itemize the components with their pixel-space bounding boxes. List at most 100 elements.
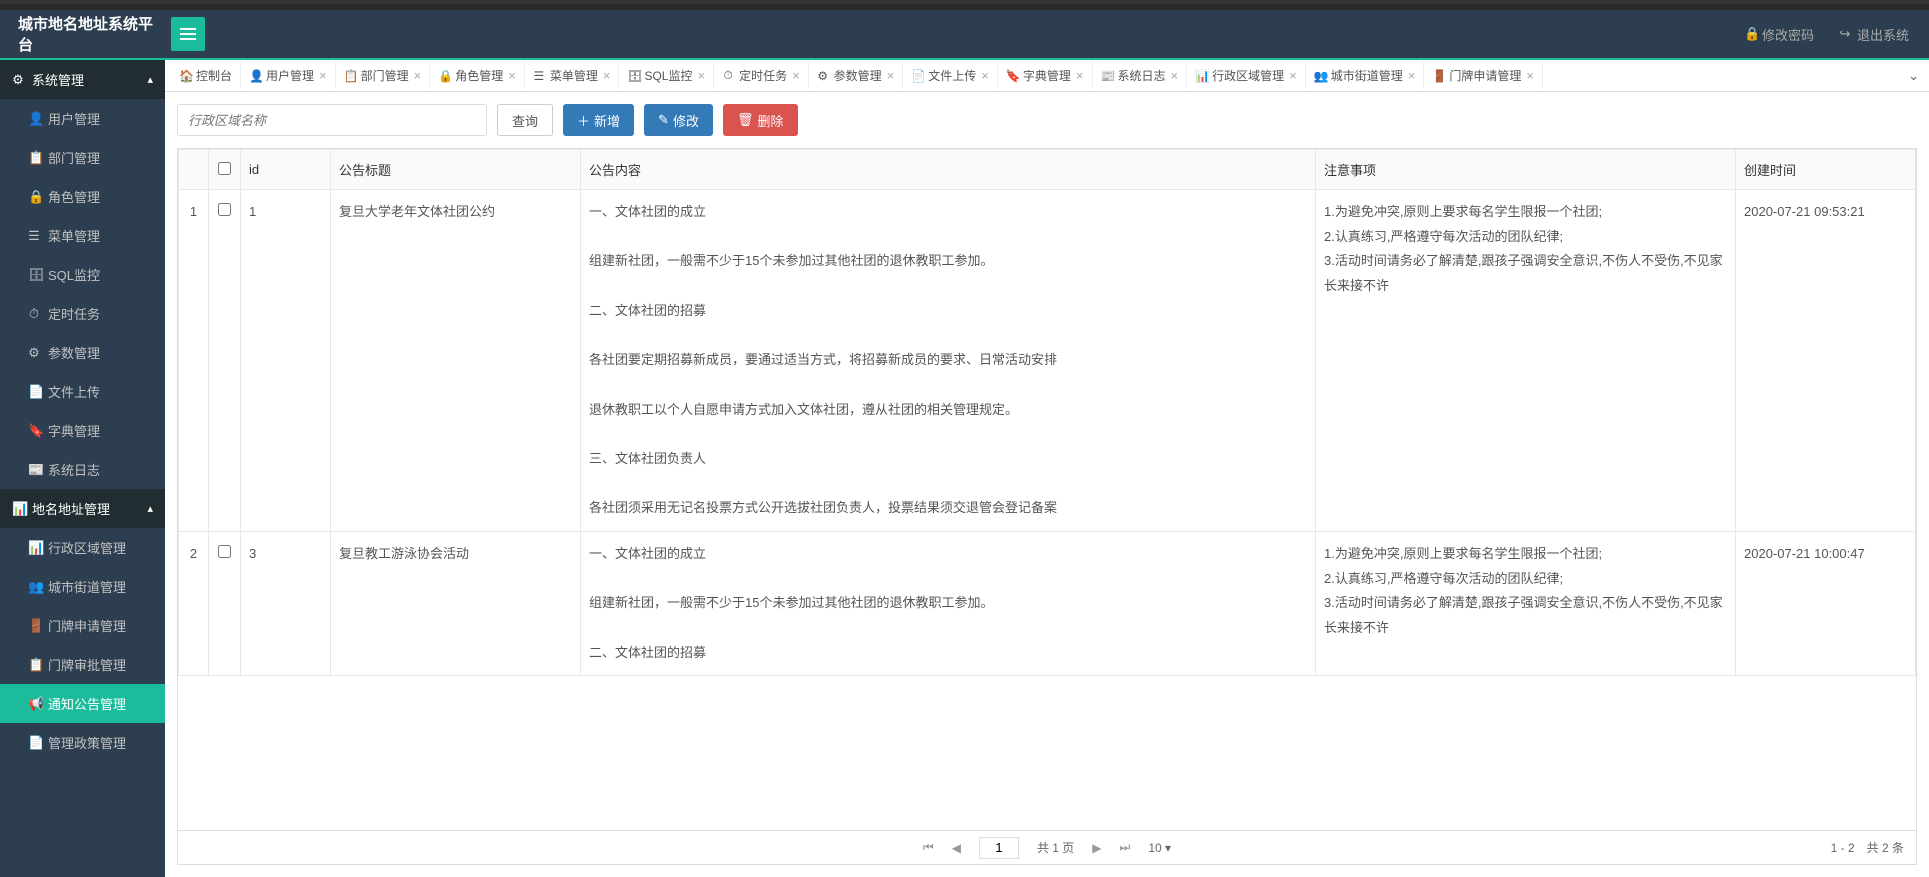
tabs-more[interactable]: ⌄ xyxy=(1898,68,1929,84)
tab[interactable]: ⏱定时任务× xyxy=(714,62,809,89)
pager-controls: ⏮ ◀ 共 1 页 ▶ ⏭ 10 ▾ xyxy=(923,837,1171,859)
tabs-bar: 🏠控制台👤用户管理×📋部门管理×🔒角色管理×☰菜单管理×🗄SQL监控×⏱定时任务… xyxy=(165,60,1929,92)
sidebar-item[interactable]: 🔖字典管理 xyxy=(0,411,165,450)
pager-page-input[interactable] xyxy=(979,837,1019,859)
tab-icon: ⚙ xyxy=(817,69,829,83)
col-content[interactable]: 公告内容 xyxy=(581,150,1316,190)
brand-title: 城市地名地址系统平台 xyxy=(0,13,165,55)
sidebar-item[interactable]: 🔒角色管理 xyxy=(0,177,165,216)
change-password-link[interactable]: 🔒 修改密码 xyxy=(1744,25,1814,44)
sidebar-item[interactable]: 📋部门管理 xyxy=(0,138,165,177)
close-icon[interactable]: × xyxy=(603,68,611,83)
row-checkbox[interactable] xyxy=(218,203,231,216)
row-checkbox[interactable] xyxy=(218,545,231,558)
close-icon[interactable]: × xyxy=(508,68,516,83)
tab[interactable]: 🏠控制台 xyxy=(171,62,241,89)
logout-link[interactable]: ↪ 退出系统 xyxy=(1839,25,1909,44)
delete-button[interactable]: 🗑删除 xyxy=(723,104,798,136)
sidebar-item-label: 部门管理 xyxy=(48,148,100,167)
data-table-wrap: id 公告标题 公告内容 注意事项 创建时间 11复旦大学老年文体社团公约一、文… xyxy=(177,148,1917,831)
close-icon[interactable]: × xyxy=(319,68,327,83)
close-icon[interactable]: × xyxy=(981,68,989,83)
close-icon[interactable]: × xyxy=(1408,68,1416,83)
edit-button[interactable]: ✎修改 xyxy=(644,104,713,136)
tab[interactable]: 📰系统日志× xyxy=(1093,62,1188,89)
menu-icon: ⏱ xyxy=(28,306,40,322)
sidebar-item[interactable]: 📊行政区域管理 xyxy=(0,528,165,567)
close-icon[interactable]: × xyxy=(1076,68,1084,83)
close-icon[interactable]: × xyxy=(414,68,422,83)
tab[interactable]: 🔒角色管理× xyxy=(430,62,525,89)
main-container: ⚙ 系统管理 ▴ 👤用户管理📋部门管理🔒角色管理☰菜单管理🗄SQL监控⏱定时任务… xyxy=(0,60,1929,877)
table-row[interactable]: 11复旦大学老年文体社团公约一、文体社团的成立 组建新社团，一般需不少于15个未… xyxy=(179,190,1916,532)
tab-label: SQL监控 xyxy=(644,67,692,84)
pager-first[interactable]: ⏮ xyxy=(923,840,934,855)
cell-content: 一、文体社团的成立 组建新社团，一般需不少于15个未参加过其他社团的退休教职工参… xyxy=(581,531,1316,675)
sidebar-item-label: 管理政策管理 xyxy=(48,733,126,752)
tab[interactable]: 🚪门牌申请管理× xyxy=(1424,62,1543,89)
sidebar-item[interactable]: 🚪门牌申请管理 xyxy=(0,606,165,645)
sidebar-item-label: 角色管理 xyxy=(48,187,100,206)
cell-rownum: 1 xyxy=(179,190,209,532)
sidebar-item-label: 用户管理 xyxy=(48,109,100,128)
pager-size[interactable]: 10 ▾ xyxy=(1148,841,1171,855)
tab[interactable]: 📋部门管理× xyxy=(336,62,431,89)
data-table: id 公告标题 公告内容 注意事项 创建时间 11复旦大学老年文体社团公约一、文… xyxy=(178,149,1916,676)
tab[interactable]: 📊行政区域管理× xyxy=(1187,62,1306,89)
table-row[interactable]: 23复旦教工游泳协会活动一、文体社团的成立 组建新社团，一般需不少于15个未参加… xyxy=(179,531,1916,675)
sidebar-item[interactable]: 👤用户管理 xyxy=(0,99,165,138)
tab[interactable]: 📄文件上传× xyxy=(903,62,998,89)
close-icon[interactable]: × xyxy=(1289,68,1297,83)
tab[interactable]: 🗄SQL监控× xyxy=(619,62,714,89)
sidebar-item-label: 城市街道管理 xyxy=(48,577,126,596)
cell-notice: 1.为避免冲突,原则上要求每名学生限报一个社团; 2.认真练习,严格遵守每次活动… xyxy=(1316,531,1736,675)
gear-icon: ⚙ xyxy=(12,72,24,88)
sidebar-group-system[interactable]: ⚙ 系统管理 ▴ xyxy=(0,60,165,99)
sidebar-item[interactable]: 📋门牌审批管理 xyxy=(0,645,165,684)
sidebar-item[interactable]: ☰菜单管理 xyxy=(0,216,165,255)
close-icon[interactable]: × xyxy=(697,68,705,83)
tab-icon: 📄 xyxy=(911,69,923,83)
menu-icon: 📄 xyxy=(28,735,40,751)
sidebar-item[interactable]: 📰系统日志 xyxy=(0,450,165,489)
col-time[interactable]: 创建时间 xyxy=(1736,150,1916,190)
col-checkbox xyxy=(209,150,241,190)
col-id[interactable]: id xyxy=(241,150,331,190)
pager-next[interactable]: ▶ xyxy=(1092,841,1101,855)
tab-icon: ☰ xyxy=(533,69,545,83)
tab[interactable]: 🔖字典管理× xyxy=(998,62,1093,89)
tab-label: 行政区域管理 xyxy=(1212,67,1284,84)
query-button[interactable]: 查询 xyxy=(497,104,553,136)
select-all-checkbox[interactable] xyxy=(218,162,231,175)
close-icon[interactable]: × xyxy=(1171,68,1179,83)
sidebar-item[interactable]: 📢通知公告管理 xyxy=(0,684,165,723)
sidebar-item[interactable]: 📄文件上传 xyxy=(0,372,165,411)
tab[interactable]: 👥城市街道管理× xyxy=(1306,62,1425,89)
tab[interactable]: 👤用户管理× xyxy=(241,62,336,89)
sidebar: ⚙ 系统管理 ▴ 👤用户管理📋部门管理🔒角色管理☰菜单管理🗄SQL监控⏱定时任务… xyxy=(0,60,165,877)
tab[interactable]: ⚙参数管理× xyxy=(809,62,904,89)
pager: ⏮ ◀ 共 1 页 ▶ ⏭ 10 ▾ 1 - 2 共 2 条 xyxy=(177,831,1917,865)
tab[interactable]: ☰菜单管理× xyxy=(525,62,620,89)
col-notice[interactable]: 注意事项 xyxy=(1316,150,1736,190)
cell-checkbox xyxy=(209,531,241,675)
sidebar-item[interactable]: 📄 管理政策管理 xyxy=(0,723,165,762)
tab-icon: 👤 xyxy=(249,69,261,83)
pager-prev[interactable]: ◀ xyxy=(952,841,961,855)
pager-last[interactable]: ⏭ xyxy=(1120,840,1131,855)
sidebar-item[interactable]: 🗄SQL监控 xyxy=(0,255,165,294)
sidebar-item[interactable]: ⚙参数管理 xyxy=(0,333,165,372)
add-button[interactable]: ＋新增 xyxy=(563,104,634,136)
sidebar-item[interactable]: 👥城市街道管理 xyxy=(0,567,165,606)
menu-icon: 📄 xyxy=(28,384,40,400)
close-icon[interactable]: × xyxy=(887,68,895,83)
sidebar-toggle[interactable] xyxy=(171,17,205,51)
menu-icon: 🚪 xyxy=(28,618,40,634)
col-title[interactable]: 公告标题 xyxy=(331,150,581,190)
search-input[interactable] xyxy=(177,104,487,136)
pager-total-label: 共 1 页 xyxy=(1037,839,1074,856)
close-icon[interactable]: × xyxy=(792,68,800,83)
sidebar-group-address[interactable]: 📊 地名地址管理 ▴ xyxy=(0,489,165,528)
sidebar-item[interactable]: ⏱定时任务 xyxy=(0,294,165,333)
close-icon[interactable]: × xyxy=(1526,68,1534,83)
